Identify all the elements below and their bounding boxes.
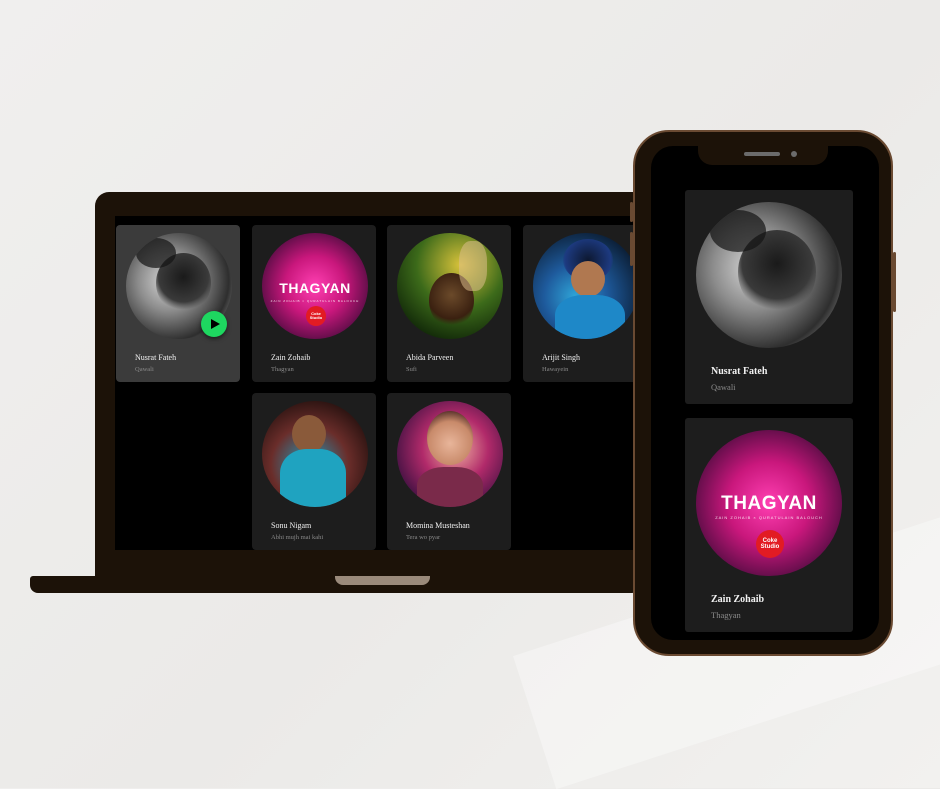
card-artist-name: Abida Parveen — [406, 353, 454, 362]
laptop-screen: Nusrat Fateh Qawali THAGYAN ZAIN ZOHAIB … — [115, 216, 635, 550]
thagyan-cover-artwork: THAGYAN ZAIN ZOHAIB × QURATULAIN BALOUCH… — [262, 233, 368, 339]
thagyan-credits: ZAIN ZOHAIB × QURATULAIN BALOUCH — [270, 298, 360, 303]
thagyan-cover-artwork: THAGYAN ZAIN ZOHAIB × QURATULAIN BALOUCH… — [696, 430, 842, 576]
coke-studio-badge: Coke Studio — [756, 530, 784, 558]
phone-side-button — [630, 232, 633, 266]
artist-card-momina-musteshan[interactable]: Momina Musteshan Tera wo pyar — [387, 393, 511, 550]
phone-speaker — [744, 152, 780, 156]
phone-artist-card-zain-zohaib[interactable]: THAGYAN ZAIN ZOHAIB × QURATULAIN BALOUCH… — [685, 418, 853, 632]
coke-studio-badge: Coke Studio — [306, 306, 326, 326]
play-button[interactable] — [201, 311, 227, 337]
phone-power-button — [893, 252, 896, 312]
card-artist-name: Zain Zohaib — [711, 594, 765, 605]
card-subtitle: Tera wo pyar — [406, 534, 441, 541]
sonu-portrait-artwork — [262, 401, 368, 507]
thagyan-title: THAGYAN — [721, 492, 817, 514]
thagyan-credits: ZAIN ZOHAIB × QURATULAIN BALOUCH — [715, 514, 823, 520]
abida-portrait-artwork — [397, 233, 503, 339]
phone-screen: Recently Played Nusrat Fateh Qawali THAG… — [651, 146, 879, 640]
card-artist-name: Sonu Nigam — [271, 521, 312, 530]
nusrat-portrait-artwork — [696, 202, 842, 348]
artist-card-sonu-nigam[interactable]: Sonu Nigam Abhi mujh mai kahi — [252, 393, 376, 550]
card-subtitle: Qawali — [135, 366, 154, 373]
card-subtitle: Thagyan — [271, 366, 294, 373]
card-artist-name: Zain Zohaib — [271, 353, 311, 362]
card-artist-name: Momina Musteshan — [406, 521, 470, 530]
card-subtitle: Thagyan — [711, 610, 741, 620]
card-artist-name: Nusrat Fateh — [711, 366, 768, 377]
momina-portrait-artwork — [397, 401, 503, 507]
phone-camera — [791, 151, 797, 157]
card-subtitle: Abhi mujh mai kahi — [271, 534, 324, 541]
artist-card-nusrat[interactable]: Nusrat Fateh Qawali — [116, 225, 240, 382]
card-artist-name: Nusrat Fateh — [135, 353, 177, 362]
card-artist-name: Arijit Singh — [542, 353, 581, 362]
play-icon — [210, 319, 220, 329]
card-subtitle: Hawayein — [542, 366, 569, 373]
card-subtitle: Sufi — [406, 366, 417, 373]
card-subtitle: Qawali — [711, 382, 736, 392]
phone-artist-card-nusrat[interactable]: Nusrat Fateh Qawali — [685, 190, 853, 404]
artist-card-zain-zohaib[interactable]: THAGYAN ZAIN ZOHAIB × QURATULAIN BALOUCH… — [252, 225, 376, 382]
phone-side-button — [630, 202, 633, 222]
artist-card-arijit-singh[interactable]: Arijit Singh Hawayein — [523, 225, 635, 382]
artist-card-abida-parveen[interactable]: Abida Parveen Sufi — [387, 225, 511, 382]
arijit-portrait-artwork — [533, 233, 635, 339]
thagyan-title: THAGYAN — [279, 279, 351, 296]
laptop-trackpad-notch — [335, 576, 430, 585]
